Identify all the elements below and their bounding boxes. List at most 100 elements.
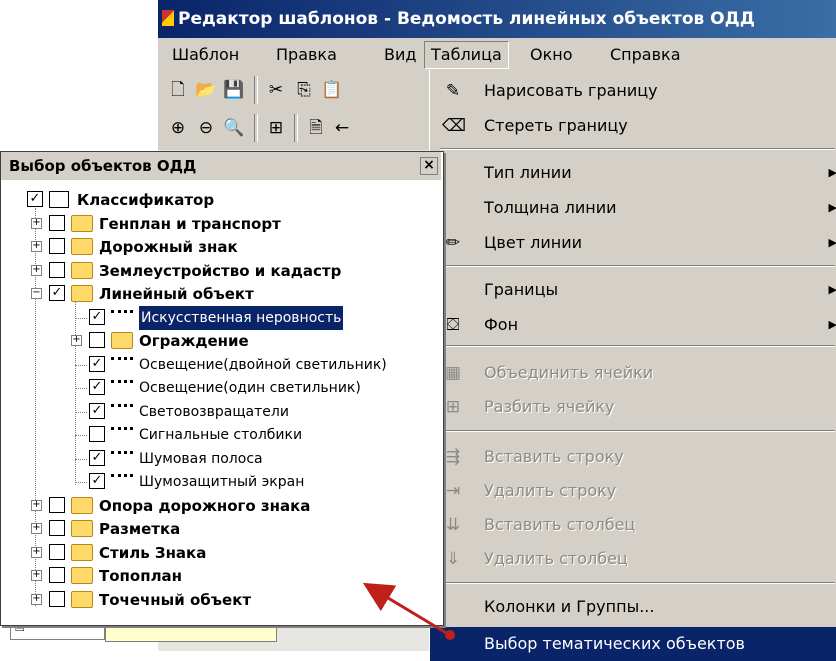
checkbox[interactable] (49, 567, 65, 583)
paste-icon[interactable]: 📋 (320, 78, 344, 102)
checkbox[interactable] (49, 215, 65, 231)
tree-item[interactable]: + Опора дорожного знака (1, 494, 441, 518)
checkbox[interactable] (49, 497, 65, 513)
menu-item-6[interactable]: Справка (604, 42, 687, 68)
delete-column-icon: ⇓ (445, 549, 461, 569)
cut-icon[interactable]: ✂ (264, 78, 288, 102)
menu-entry-8[interactable]: ▦ Объединить ячейки (430, 356, 836, 390)
checkbox[interactable] (49, 238, 65, 254)
expand-icon[interactable]: + (31, 265, 42, 276)
menu-entry-6[interactable]: Границы ▶ (430, 273, 836, 307)
tree-item[interactable]: − ✓ Линейный объект (1, 282, 441, 306)
folder-icon (71, 591, 93, 608)
open-folder-icon[interactable]: 📂 (194, 78, 218, 102)
close-icon[interactable]: × (420, 157, 438, 175)
tree-item[interactable]: ✓ Шумовая полоса (1, 447, 441, 471)
menu-item-4[interactable]: Таблица (424, 41, 509, 69)
zoom-in-icon[interactable]: ⊕ (166, 116, 190, 140)
checkbox[interactable]: ✓ (89, 379, 105, 395)
expand-icon[interactable]: + (31, 500, 42, 511)
zoom-out-icon[interactable]: ⊖ (194, 116, 218, 140)
expand-icon[interactable]: + (31, 523, 42, 534)
checkbox[interactable] (49, 591, 65, 607)
expand-icon[interactable]: + (71, 335, 82, 346)
tree-item[interactable]: ✓ Классификатор (1, 188, 441, 212)
checkbox[interactable] (89, 332, 105, 348)
menu-entry-15[interactable]: Выбор тематических объектов (430, 627, 836, 661)
menu-entry-label: Тип линии (484, 163, 572, 182)
checkbox[interactable]: ✓ (27, 191, 43, 207)
menu-entry-9[interactable]: ⊞ Разбить ячейку (430, 390, 836, 424)
menu-entry-1[interactable]: ✎ Нарисовать границу (430, 74, 836, 108)
collapse-icon[interactable]: − (31, 288, 42, 299)
table-icon[interactable]: ⊞ (264, 116, 288, 140)
menu-entry-label: Удалить строку (484, 481, 617, 500)
menu-separator (440, 265, 835, 267)
pencil-icon: ✎ (445, 81, 461, 101)
tree-item-label: Классификатор (77, 191, 215, 209)
menu-entry-2[interactable]: ⌫ Стереть границу (430, 109, 836, 143)
save-icon[interactable]: 💾 (222, 78, 246, 102)
checkbox[interactable]: ✓ (49, 285, 65, 301)
menu-entry-12[interactable]: ⇊ Вставить столбец (430, 508, 836, 542)
tree-guide-line (75, 318, 87, 319)
checkbox[interactable] (49, 520, 65, 536)
menu-entry-14[interactable]: Колонки и Группы... (430, 590, 836, 624)
new-file-icon[interactable]: 🗋 (166, 78, 190, 102)
submenu-arrow-icon: ▶ (828, 166, 836, 179)
checkbox[interactable]: ✓ (89, 356, 105, 372)
tree-item[interactable]: ✓ Искусственная неровность (1, 306, 441, 330)
tree-item[interactable]: ✓ Освещение(один светильник) (1, 376, 441, 400)
checkbox[interactable]: ✓ (89, 473, 105, 489)
zoom-fit-icon[interactable]: 🔍 (222, 116, 246, 140)
table-menu-dropdown: ✎ Нарисовать границу ⌫ Стереть границу Тип л… (429, 70, 836, 661)
expand-icon[interactable]: + (31, 547, 42, 558)
menu-entry-label: Толщина линии (484, 198, 617, 217)
checkbox[interactable]: ✓ (89, 403, 105, 419)
tree-item[interactable]: + Разметка (1, 517, 441, 541)
menu-entry-11[interactable]: ⇥ Удалить строку (430, 474, 836, 508)
tree-item[interactable]: ✓ Освещение(двойной светильник) (1, 353, 441, 377)
menu-entry-3[interactable]: Тип линии ▶ (430, 156, 836, 190)
expand-icon[interactable]: + (31, 241, 42, 252)
menu-entry-13[interactable]: ⇓ Удалить столбец (430, 542, 836, 576)
tree-item[interactable]: + Ограждение (1, 329, 441, 353)
menu-entry-5[interactable]: ✏ Цвет линии ▶ (430, 226, 836, 260)
back-arrow-icon[interactable]: ← (330, 116, 354, 140)
checkbox[interactable] (49, 262, 65, 278)
menu-item-3[interactable]: Вид (378, 42, 422, 68)
tree-item[interactable]: + Топоплан (1, 564, 441, 588)
checkbox[interactable] (89, 426, 105, 442)
menu-entry-label: Стереть границу (484, 116, 628, 135)
tree-item[interactable]: + Точечный объект (1, 588, 441, 612)
menu-entry-4[interactable]: Толщина линии ▶ (430, 191, 836, 225)
book-icon (49, 191, 69, 208)
checkbox[interactable]: ✓ (89, 450, 105, 466)
window-title: Редактор шаблонов - Ведомость линейных о… (178, 9, 755, 29)
menu-item-1[interactable]: Шаблон (166, 42, 245, 68)
expand-icon[interactable]: + (31, 594, 42, 605)
menu-item-5[interactable]: Окно (524, 42, 579, 68)
checkbox[interactable] (49, 544, 65, 560)
expand-icon[interactable]: + (31, 570, 42, 581)
submenu-arrow-icon: ▶ (828, 283, 836, 296)
split-cell-icon: ⊞ (445, 397, 461, 417)
tree-item[interactable]: + Стиль Знака (1, 541, 441, 565)
expand-icon[interactable]: + (31, 218, 42, 229)
tree-item[interactable]: Сигнальные столбики (1, 423, 441, 447)
menu-item-2[interactable]: Правка (270, 42, 343, 68)
copy-icon[interactable]: ⎘ (292, 78, 316, 102)
tree-item[interactable]: + Генплан и транспорт (1, 212, 441, 236)
tree-item[interactable]: + Дорожный знак (1, 235, 441, 259)
tree-item-label: Искусственная неровность (139, 306, 344, 330)
tree-item-label: Стиль Знака (99, 544, 207, 562)
menu-separator (440, 582, 835, 584)
tree-item[interactable]: ✓ Шумозащитный экран (1, 470, 441, 494)
checkbox[interactable]: ✓ (89, 309, 105, 325)
tree-item[interactable]: + Землеустройство и кадастр (1, 259, 441, 283)
menu-entry-10[interactable]: ⇶ Вставить строку (430, 440, 836, 474)
preview-icon[interactable]: 🗎 (304, 116, 328, 140)
menu-entry-7[interactable]: ⛋ Фон ▶ (430, 308, 836, 342)
line-icon (111, 427, 133, 436)
tree-item[interactable]: ✓ Световозвращатели (1, 400, 441, 424)
